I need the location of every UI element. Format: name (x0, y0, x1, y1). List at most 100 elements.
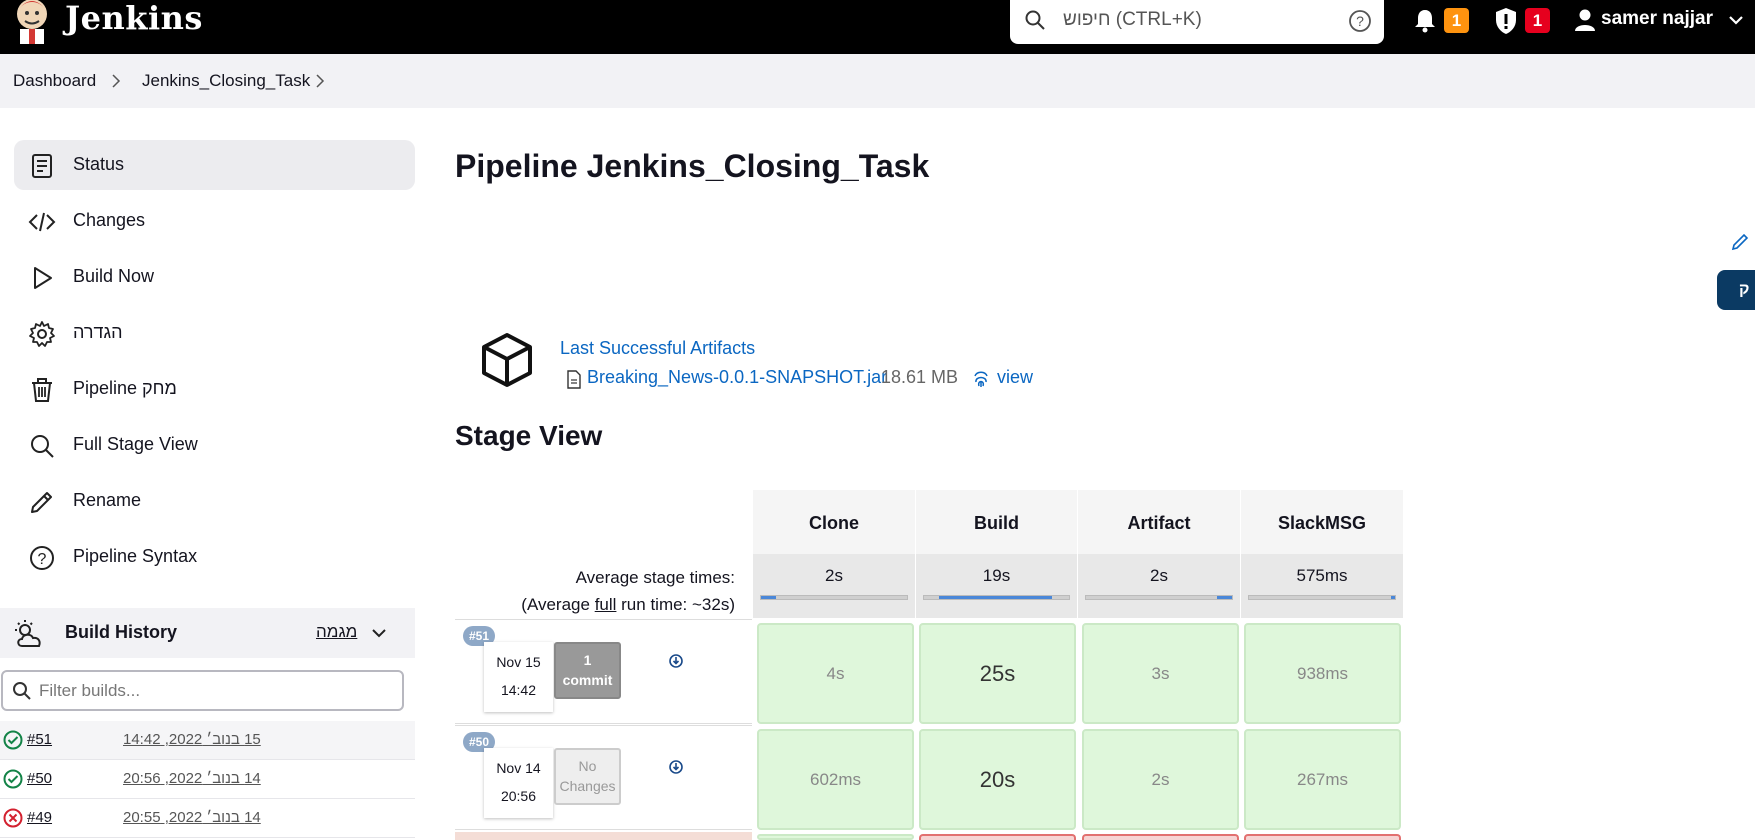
stage-cell[interactable]: 602ms (757, 729, 914, 830)
avg-time-bar-fill (1217, 596, 1232, 599)
stage-cell[interactable]: 25s (919, 623, 1076, 724)
average-stage-times-label: Average stage times: (Average full run t… (455, 564, 735, 618)
run-date-time: 14:42 (500, 682, 537, 698)
build-date-link[interactable]: 14 בנוב׳ 2022, 20:56 (123, 770, 261, 787)
average-run-time-label: (Average full run time: ~32s) (455, 591, 735, 618)
failed-run-row (455, 832, 752, 840)
chevron-down-icon[interactable] (1728, 14, 1744, 26)
search-icon (13, 682, 31, 700)
download-icon[interactable] (669, 760, 683, 774)
help-icon[interactable]: ? (1348, 9, 1372, 33)
avg-time-value: 19s (982, 566, 1011, 585)
sidebar-item-delete-pipeline[interactable]: Pipeline מחק (14, 364, 415, 414)
avg-time-value: 2s (1150, 566, 1168, 585)
weather-icon (15, 620, 41, 647)
edit-description-icon[interactable] (1730, 232, 1750, 252)
run-changes[interactable]: 1 commit (554, 642, 621, 699)
avg-time-value: 575ms (1296, 566, 1348, 585)
filter-placeholder: Filter builds... (39, 681, 141, 700)
sidebar-item-pipeline-syntax[interactable]: ? Pipeline Syntax (14, 532, 415, 582)
user-icon[interactable] (1574, 8, 1596, 32)
artifact-view-link[interactable]: view (997, 367, 1033, 388)
jenkins-logo-icon[interactable] (12, 0, 52, 44)
run-date: Nov 15 14:42 (484, 642, 553, 712)
run-row[interactable]: #51 Nov 15 14:42 1 commit (455, 619, 752, 724)
sidebar-item-label: Changes (73, 210, 146, 230)
run-changes-count: No (578, 758, 597, 774)
build-row[interactable]: #49 14 בנוב׳ 2022, 20:55 (0, 799, 415, 838)
full-run-link[interactable]: full (595, 595, 617, 614)
build-row[interactable]: #51 15 בנוב׳ 2022, 14:42 (0, 721, 415, 760)
sidebar-item-changes[interactable]: Changes (14, 196, 415, 246)
filter-builds-input[interactable]: Filter builds... (1, 670, 404, 711)
sidebar-item-build-now[interactable]: Build Now (14, 252, 415, 302)
avg-time-bar (1248, 595, 1396, 600)
page-title: Pipeline Jenkins_Closing_Task (455, 148, 930, 184)
sidebar-item-label: הגדרה (73, 322, 123, 342)
fingerprint-icon[interactable] (972, 370, 990, 388)
status-icon (32, 154, 52, 178)
stage-cell[interactable]: 2s (1082, 729, 1239, 830)
average-stage-label: Average stage times: (575, 568, 735, 587)
search-icon (31, 435, 54, 458)
search-box[interactable]: חיפוש (CTRL+K) ? (1010, 0, 1384, 44)
brand-name[interactable]: Jenkins (65, 0, 203, 36)
build-row[interactable]: #50 14 בנוב׳ 2022, 20:56 (0, 760, 415, 799)
trend-link[interactable]: מגמה (316, 622, 357, 642)
artifact-file-link[interactable]: Breaking_News-0.0.1-SNAPSHOT.jar (587, 367, 887, 388)
sidebar-item-configure[interactable]: הגדרה (14, 308, 415, 358)
search-input[interactable]: חיפוש (CTRL+K) (1063, 9, 1202, 31)
breadcrumb-job[interactable]: Jenkins_Closing_Task (142, 71, 310, 91)
stage-cell[interactable]: 3s (1082, 623, 1239, 724)
avg-time-bar (760, 595, 908, 600)
sidebar-item-status[interactable]: Status (14, 140, 415, 190)
chevron-down-icon[interactable] (372, 628, 386, 638)
avg-time-bar (1085, 595, 1233, 600)
build-date-link[interactable]: 14 בנוב׳ 2022, 20:55 (123, 809, 261, 826)
side-tab[interactable]: ק (1717, 270, 1755, 310)
user-name[interactable]: samer najjar (1601, 8, 1713, 30)
run-date-time: 20:56 (500, 788, 537, 804)
build-number-link[interactable]: #51 (27, 731, 52, 748)
chevron-right-icon[interactable] (315, 74, 325, 88)
notifications-badge[interactable]: 1 (1444, 8, 1469, 33)
stage-cell[interactable]: 267ms (1244, 729, 1401, 830)
run-date-day: Nov 15 (496, 654, 541, 670)
chevron-right-icon (112, 74, 121, 88)
run-changes: No Changes (554, 748, 621, 805)
failed-stage-cell (1082, 834, 1239, 840)
stage-cell[interactable]: 938ms (1244, 623, 1401, 724)
shield-icon[interactable] (1494, 7, 1518, 35)
build-history-title: Build History (65, 622, 178, 642)
avg-time-bar-fill (1390, 596, 1395, 599)
sidebar-item-label: Full Stage View (73, 434, 198, 454)
run-row[interactable]: #50 Nov 14 20:56 No Changes (455, 725, 752, 830)
stage-cell[interactable]: 4s (757, 623, 914, 724)
avg-time-bar-fill (938, 596, 1052, 599)
stage-cell (757, 834, 914, 840)
stage-view-title: Stage View (455, 420, 603, 451)
breadcrumb-dashboard[interactable]: Dashboard (13, 71, 96, 91)
help-icon: ? (30, 546, 54, 570)
run-date: Nov 14 20:56 (484, 748, 553, 818)
build-number-link[interactable]: #50 (27, 770, 52, 787)
artifacts-title-link[interactable]: Last Successful Artifacts (560, 338, 755, 359)
failed-stage-cell (1244, 834, 1401, 840)
average-run-suffix: run time: ~32s) (616, 595, 735, 614)
sidebar-item-rename[interactable]: Rename (14, 476, 415, 526)
search-icon (1025, 10, 1045, 30)
avg-time-bar-fill (761, 596, 776, 599)
sidebar-item-full-stage-view[interactable]: Full Stage View (14, 420, 415, 470)
download-icon[interactable] (669, 654, 683, 668)
build-number-link[interactable]: #49 (27, 809, 52, 826)
security-badge[interactable]: 1 (1525, 8, 1550, 33)
stage-header-slackmsg: SlackMSG (1241, 490, 1404, 554)
build-date-link[interactable]: 15 בנוב׳ 2022, 14:42 (123, 731, 261, 748)
artifact-size: 18.61 MB (881, 367, 959, 387)
bell-icon[interactable] (1413, 8, 1437, 34)
stage-header-artifact: Artifact (1078, 490, 1241, 554)
sidebar-item-label: Pipeline Syntax (73, 546, 198, 566)
trash-icon (32, 378, 52, 402)
run-changes-count: 1 (583, 652, 592, 668)
stage-cell[interactable]: 20s (919, 729, 1076, 830)
